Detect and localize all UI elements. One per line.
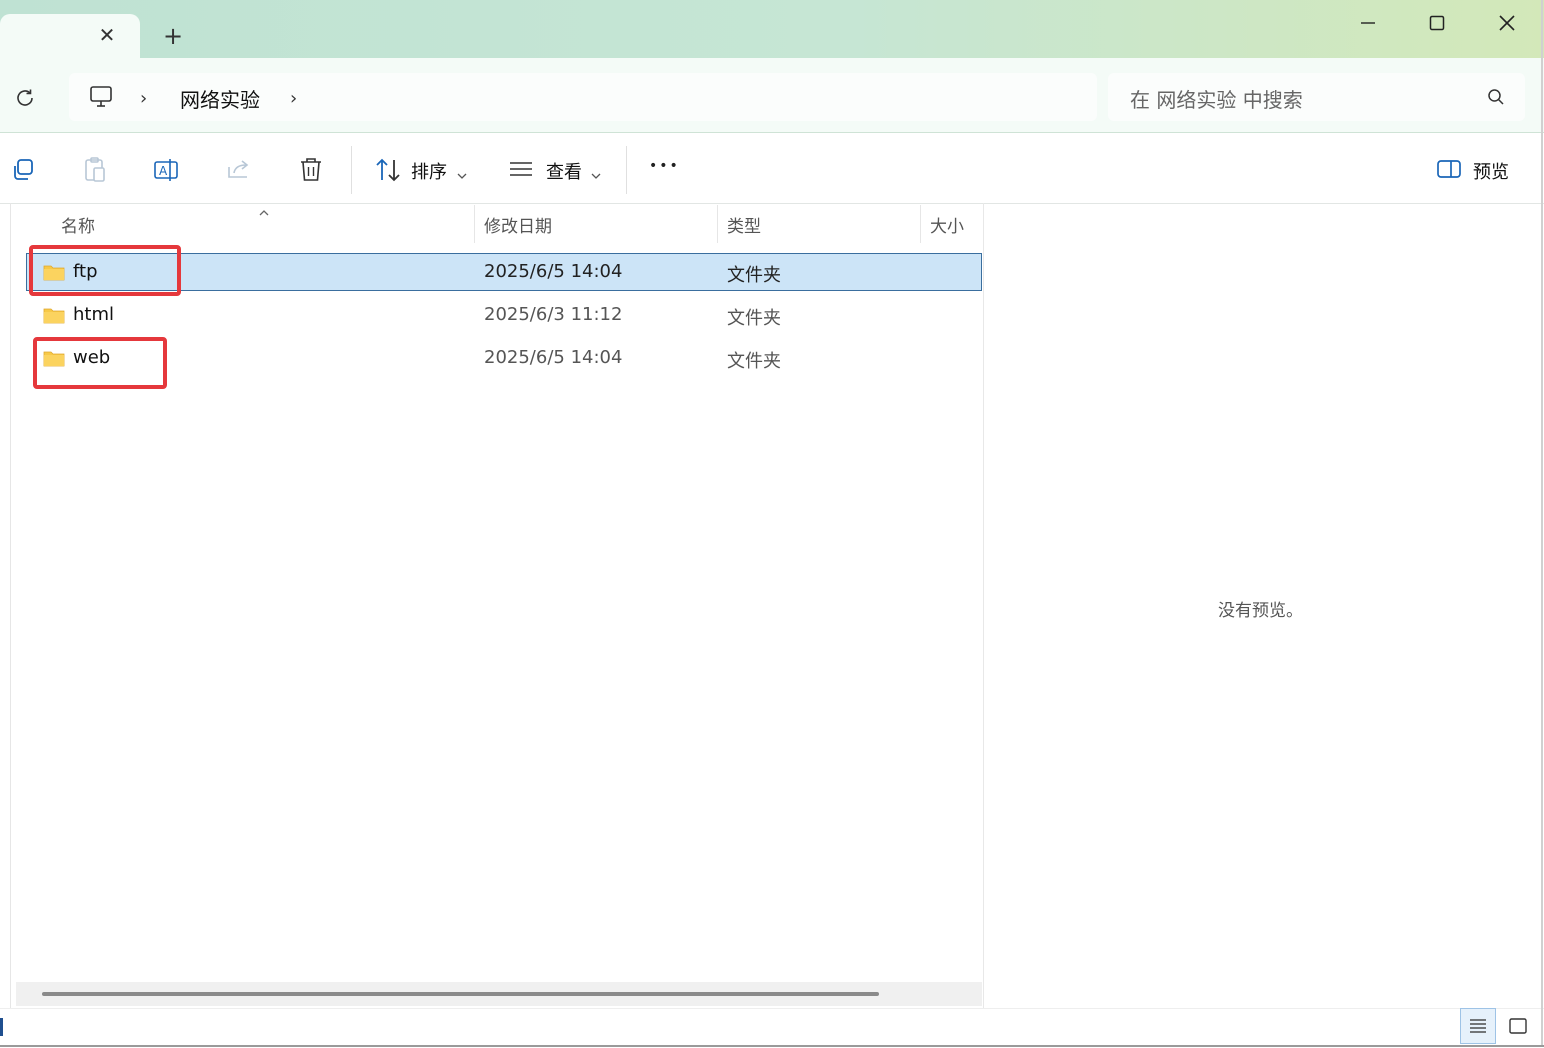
file-type: 文件夹 (727, 351, 781, 372)
close-window-button[interactable] (1477, 8, 1537, 38)
column-divider[interactable] (920, 205, 921, 243)
view-lines-icon (510, 162, 532, 176)
column-header-date[interactable]: 修改日期 (484, 212, 552, 237)
minimize-icon (1361, 22, 1375, 24)
preview-label[interactable]: 预览 (1473, 158, 1509, 184)
folder-icon (43, 306, 65, 328)
tiles-view-icon (1509, 1018, 1527, 1034)
annotation-highlight-web (33, 337, 167, 389)
maximize-button[interactable] (1407, 8, 1467, 38)
chevron-right-icon[interactable]: › (290, 88, 297, 109)
annotation-highlight-ftp (29, 245, 181, 296)
delete-button[interactable] (297, 154, 325, 186)
maximize-icon (1429, 15, 1445, 31)
trash-icon (301, 158, 321, 181)
large-icons-view-button[interactable] (1504, 1012, 1532, 1040)
column-header-type[interactable]: 类型 (727, 212, 761, 237)
close-icon (1499, 15, 1515, 31)
preview-empty-message: 没有预览。 (1218, 601, 1303, 621)
copy-icon (14, 159, 33, 180)
view-label[interactable]: 查看 (546, 158, 582, 184)
preview-pane-divider[interactable] (983, 203, 984, 1008)
chevron-right-icon[interactable]: › (140, 88, 147, 109)
preview-pane-button[interactable] (1436, 158, 1464, 182)
column-divider[interactable] (474, 205, 475, 243)
file-date: 2025/6/5 14:04 (484, 261, 623, 282)
sort-ascending-icon (258, 202, 270, 221)
rename-button[interactable]: A (153, 154, 181, 186)
new-tab-button[interactable]: + (158, 22, 188, 52)
column-header-size[interactable]: 大小 (930, 212, 964, 237)
title-bar (0, 0, 1544, 58)
scrollbar-thumb[interactable] (42, 992, 879, 996)
toolbar-divider (351, 146, 352, 194)
file-type: 文件夹 (727, 265, 781, 286)
paste-icon (85, 157, 105, 182)
preview-pane-icon (1437, 160, 1461, 178)
details-view-icon (1470, 1019, 1486, 1033)
pane-border (10, 203, 11, 1008)
status-indicator (0, 1018, 3, 1036)
share-icon (228, 160, 249, 178)
window-border (1541, 0, 1543, 1047)
sort-icon (376, 158, 400, 182)
toolbar-divider (626, 146, 627, 194)
computer-icon[interactable] (88, 84, 114, 110)
file-date: 2025/6/5 14:04 (484, 347, 623, 368)
more-options-button[interactable]: ••• (649, 158, 680, 174)
chevron-down-icon[interactable] (456, 165, 468, 184)
sort-label[interactable]: 排序 (411, 158, 447, 184)
refresh-button[interactable] (10, 84, 40, 112)
search-icon[interactable] (1486, 87, 1506, 107)
tab-close-icon[interactable]: ✕ (94, 22, 120, 48)
file-date: 2025/6/3 11:12 (484, 304, 623, 325)
status-bar (0, 1008, 1544, 1048)
copy-button[interactable] (9, 154, 37, 186)
column-divider[interactable] (717, 205, 718, 243)
chevron-down-icon[interactable] (590, 165, 602, 184)
details-view-button[interactable] (1460, 1008, 1496, 1044)
search-placeholder: 在 网络实验 中搜索 (1130, 88, 1303, 112)
minimize-button[interactable] (1338, 8, 1398, 38)
view-button[interactable] (508, 158, 536, 182)
svg-text:A: A (159, 164, 168, 178)
breadcrumb-folder[interactable]: 网络实验 (180, 84, 260, 113)
file-type: 文件夹 (727, 308, 781, 329)
column-header-name[interactable]: 名称 (61, 212, 95, 237)
sort-button[interactable] (374, 156, 404, 184)
file-name[interactable]: html (73, 304, 114, 325)
share-button[interactable] (225, 154, 253, 186)
refresh-icon (17, 89, 33, 106)
paste-button[interactable] (81, 154, 109, 186)
rename-icon: A (154, 159, 178, 181)
